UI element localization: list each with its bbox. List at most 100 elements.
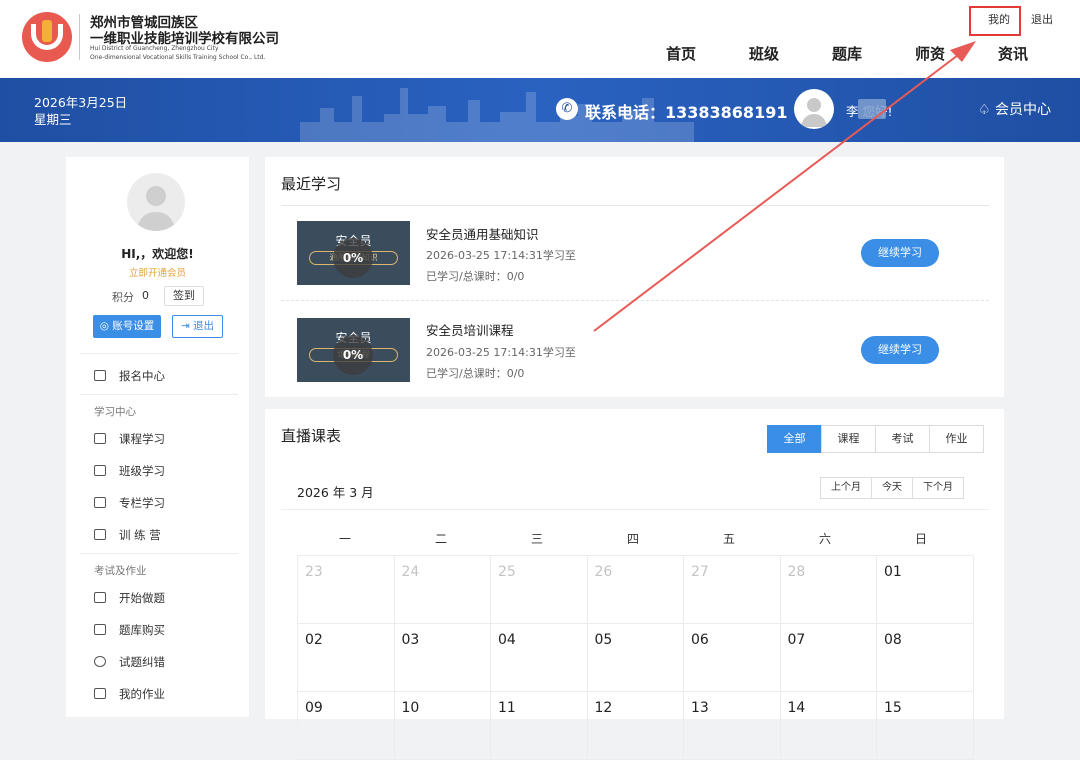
- sidebar-item-column[interactable]: 专栏学习: [94, 495, 165, 511]
- course-name[interactable]: 安全员通用基础知识: [426, 224, 539, 243]
- divider: [281, 205, 989, 206]
- sign-in-button[interactable]: 签到: [164, 286, 204, 306]
- next-month-button[interactable]: 下个月: [912, 477, 964, 499]
- course-thumbnail[interactable]: 安全员 培训课程 0%: [297, 318, 410, 382]
- top-header: 郑州市管城回族区 一维职业技能培训学校有限公司 Hui District of …: [0, 0, 1080, 78]
- weekday-header: 五: [722, 532, 735, 546]
- open-vip-link[interactable]: 立即开通会员: [66, 265, 249, 279]
- calendar-day[interactable]: 25: [491, 556, 588, 624]
- course-hours: 已学习/总课时：0/0: [426, 270, 525, 283]
- mine-highlight-box: [969, 6, 1021, 36]
- cart-icon: [94, 624, 106, 635]
- calendar-day[interactable]: 13: [684, 692, 781, 760]
- sidebar-item-label: 班级学习: [119, 464, 165, 478]
- exit-icon: ⇥: [180, 320, 194, 332]
- sidebar-logout-button[interactable]: ⇥ 退出: [172, 315, 223, 338]
- divider: [80, 394, 238, 395]
- divider: [80, 553, 238, 554]
- tab-course[interactable]: 课程: [821, 425, 876, 453]
- calendar-year-month: 2026 年 3 月: [297, 485, 374, 500]
- points-value: 0: [142, 289, 149, 302]
- weekday-header: 一: [338, 532, 351, 546]
- sidebar-item-camp[interactable]: 训 练 营: [94, 527, 161, 543]
- tab-homework[interactable]: 作业: [929, 425, 984, 453]
- sidebar-item-buy-bank[interactable]: 题库购买: [94, 622, 165, 638]
- calendar-day[interactable]: 15: [877, 692, 974, 760]
- calendar-day[interactable]: 23: [298, 556, 395, 624]
- prev-month-button[interactable]: 上个月: [820, 477, 872, 499]
- column-icon: [94, 497, 106, 508]
- nav-question-bank[interactable]: 题库: [832, 43, 862, 64]
- calendar-day[interactable]: 12: [587, 692, 684, 760]
- profile-avatar[interactable]: [127, 173, 185, 231]
- edit-icon: [94, 688, 106, 699]
- recent-study-panel: 最近学习 安全员 通用基础知识 0% 安全员通用基础知识 2026-03-25 …: [265, 157, 1004, 397]
- calendar-day[interactable]: 03: [394, 624, 491, 692]
- course-icon: [94, 433, 106, 444]
- live-schedule-title: 直播课表: [281, 427, 342, 445]
- nav-teachers[interactable]: 师资: [915, 43, 945, 64]
- info-banner: 2026年3月25日 星期三 ✆ 联系电话：13383868191 李 您好! …: [0, 78, 1080, 142]
- continue-study-button[interactable]: 继续学习: [861, 239, 939, 267]
- sidebar-item-homework[interactable]: 我的作业: [94, 686, 165, 702]
- school-name-line2: 一维职业技能培训学校有限公司: [90, 31, 279, 47]
- calendar-day[interactable]: 05: [587, 624, 684, 692]
- sidebar-item-register[interactable]: 报名中心: [94, 368, 165, 384]
- nav-class[interactable]: 班级: [749, 43, 779, 64]
- today-button[interactable]: 今天: [871, 477, 913, 499]
- calendar-day[interactable]: 10: [394, 692, 491, 760]
- course-thumbnail[interactable]: 安全员 通用基础知识 0%: [297, 221, 410, 285]
- points-label: 积分: [112, 291, 134, 304]
- sidebar-item-label: 开始做题: [119, 591, 165, 605]
- divider: [80, 353, 238, 354]
- sidebar: HI,，欢迎您! 立即开通会员 积分 0 签到 ◎ 账号设置 ⇥ 退出 报名中心…: [66, 157, 249, 717]
- continue-study-button[interactable]: 继续学习: [861, 336, 939, 364]
- sidebar-item-practice[interactable]: 开始做题: [94, 590, 165, 606]
- recent-study-title: 最近学习: [281, 175, 342, 193]
- sidebar-item-class[interactable]: 班级学习: [94, 463, 165, 479]
- calendar-day[interactable]: 07: [780, 624, 877, 692]
- calendar-day[interactable]: 06: [684, 624, 781, 692]
- nav-home[interactable]: 首页: [666, 43, 696, 64]
- sidebar-item-label: 我的作业: [119, 687, 165, 701]
- tab-exam[interactable]: 考试: [875, 425, 930, 453]
- school-name-en2: One-dimensional Vocational Skills Traini…: [90, 54, 266, 61]
- course-separator: [281, 300, 989, 301]
- gear-icon: ◎: [99, 320, 113, 332]
- user-avatar[interactable]: [794, 89, 834, 129]
- calendar-day[interactable]: 28: [780, 556, 877, 624]
- member-center-link[interactable]: ♤ 会员中心: [978, 99, 1051, 119]
- calendar-day[interactable]: 01: [877, 556, 974, 624]
- section-study-center: 学习中心: [94, 406, 136, 418]
- calendar-day[interactable]: 14: [780, 692, 877, 760]
- course-last-study: 2026-03-25 17:14:31学习至: [426, 249, 576, 262]
- calendar-day[interactable]: 11: [491, 692, 588, 760]
- calendar-day[interactable]: 26: [587, 556, 684, 624]
- calendar-day[interactable]: 27: [684, 556, 781, 624]
- sidebar-item-mistakes[interactable]: 试题纠错: [94, 654, 165, 670]
- account-settings-button[interactable]: ◎ 账号设置: [93, 315, 161, 338]
- progress-circle: 0%: [333, 238, 373, 278]
- calendar-grid: 23 24 25 26 27 28 01 02 03 04 05 06 07 08 09 10 11 12 13 14…: [297, 555, 974, 760]
- month-navigation: 上个月 今天 下个月: [820, 477, 964, 499]
- calendar-day[interactable]: 24: [394, 556, 491, 624]
- book-icon: [94, 370, 106, 381]
- contact-phone: 联系电话：13383868191: [585, 103, 788, 122]
- calendar-day[interactable]: 02: [298, 624, 395, 692]
- school-name-en1: Hui District of Guancheng, Zhengzhou Cit…: [90, 45, 219, 52]
- logout-link[interactable]: 退出: [1031, 11, 1053, 27]
- sidebar-item-course[interactable]: 课程学习: [94, 431, 165, 447]
- calendar-day[interactable]: 04: [491, 624, 588, 692]
- nav-news[interactable]: 资讯: [998, 43, 1028, 64]
- progress-circle: 0%: [333, 335, 373, 375]
- calendar-day[interactable]: 09: [298, 692, 395, 760]
- calendar-day[interactable]: 08: [877, 624, 974, 692]
- bell-icon: ♤: [978, 102, 996, 118]
- sidebar-logout-label: 退出: [193, 320, 215, 332]
- school-logo[interactable]: [22, 12, 72, 62]
- weekday-header: 二: [434, 532, 447, 546]
- tab-all[interactable]: 全部: [767, 425, 822, 453]
- course-name[interactable]: 安全员培训课程: [426, 320, 514, 339]
- current-weekday: 星期三: [34, 112, 72, 127]
- monitor-icon: [94, 529, 106, 540]
